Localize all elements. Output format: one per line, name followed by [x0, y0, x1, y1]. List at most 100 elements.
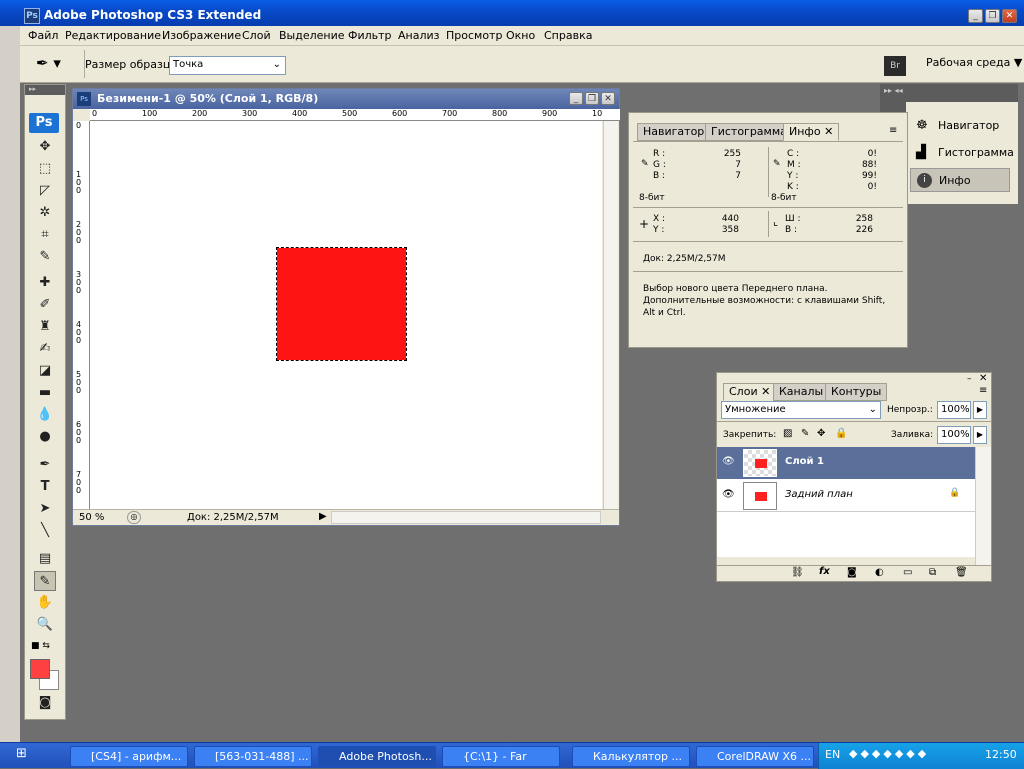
panel-menu-icon[interactable]: ≡ [889, 125, 897, 136]
dock-histogram[interactable]: ▟ Гистограмма [910, 141, 1014, 165]
panel-minimize-icon[interactable]: – [967, 374, 972, 384]
tab-paths[interactable]: Контуры [825, 383, 888, 401]
close-tab-icon[interactable]: ✕ [824, 125, 833, 138]
zoom-tool-icon[interactable]: 🔍 [34, 615, 56, 635]
healing-brush-tool-icon[interactable]: ✚ [34, 273, 56, 293]
layer-name[interactable]: Слой 1 [785, 456, 824, 467]
tab-navigator[interactable]: Навигатор [637, 123, 711, 141]
menu-window[interactable]: Окно [506, 29, 535, 42]
sample-size-select[interactable]: Точка ⌄ [169, 56, 286, 75]
tab-info[interactable]: Инфо ✕ [783, 123, 840, 141]
menu-view[interactable]: Просмотр [446, 29, 502, 42]
new-layer-icon[interactable]: ⧉ [929, 567, 936, 578]
dock-info[interactable]: i Инфо [910, 168, 1010, 192]
toolbox-collapse-handle[interactable]: ▸▸ [25, 85, 65, 95]
eye-icon[interactable]: 👁 [722, 456, 735, 467]
layer-row[interactable]: 👁 Слой 1 [717, 447, 975, 479]
workspace-menu[interactable]: Рабочая среда ▼ [926, 56, 1022, 69]
language-indicator[interactable]: EN [825, 748, 840, 761]
layer-name[interactable]: Задний план [785, 489, 853, 500]
menu-filter[interactable]: Фильтр [348, 29, 392, 42]
dock-navigator[interactable]: ☸ Навигатор [910, 114, 1010, 138]
dock-collapse-icon[interactable]: ▸▸ ◂◂ [884, 86, 903, 95]
panel-menu-icon[interactable]: ≡ [979, 385, 987, 396]
lock-all-icon[interactable]: 🔒 [835, 428, 847, 439]
minimize-button[interactable]: _ [968, 9, 983, 23]
menu-help[interactable]: Справка [544, 29, 592, 42]
crop-tool-icon[interactable]: ⌗ [34, 225, 56, 245]
fill-slider-button[interactable]: ▶ [973, 426, 987, 444]
doc-minimize-button[interactable]: _ [569, 92, 583, 105]
lock-image-icon[interactable]: ✎ [801, 428, 809, 439]
photoshop-badge[interactable]: Ps [29, 113, 59, 133]
marquee-tool-icon[interactable]: ⬚ [34, 159, 56, 179]
history-brush-tool-icon[interactable]: ✍ [34, 339, 56, 359]
eyedropper-active-tool-icon[interactable]: ✎ [34, 571, 56, 591]
menu-layer[interactable]: Слой [242, 29, 271, 42]
opacity-input[interactable]: 100% [937, 401, 971, 419]
doc-restore-button[interactable]: ❐ [585, 92, 599, 105]
fill-input[interactable]: 100% [937, 426, 971, 444]
opacity-slider-button[interactable]: ▶ [973, 401, 987, 419]
status-arrow-icon[interactable]: ▶ [319, 511, 327, 522]
close-button[interactable]: ✕ [1002, 9, 1017, 23]
taskbar-item[interactable]: {C:\1} - Far [442, 746, 560, 767]
type-tool-icon[interactable]: T [34, 477, 56, 497]
taskbar-item-active[interactable]: Adobe Photosh... [318, 746, 436, 767]
status-options-icon[interactable]: ◎ [127, 511, 141, 524]
layer-row[interactable]: 👁 Задний план 🔒 [717, 480, 975, 512]
menu-file[interactable]: Файл [28, 29, 58, 42]
move-tool-icon[interactable]: ✥ [34, 137, 56, 157]
blur-tool-icon[interactable]: 💧 [34, 405, 56, 425]
layers-scrollbar[interactable] [975, 447, 991, 565]
hand-tool-icon[interactable]: ✋ [34, 593, 56, 613]
taskbar-item[interactable]: CorelDRAW X6 ... [696, 746, 814, 767]
delete-layer-icon[interactable]: 🗑 [955, 567, 968, 578]
magic-wand-tool-icon[interactable]: ✲ [34, 203, 56, 223]
eyedropper-tool-icon[interactable]: ✎ [34, 247, 56, 267]
layer-style-icon[interactable]: fx [819, 566, 830, 577]
windows-start-icon[interactable]: ⊞ [16, 746, 56, 767]
menu-select[interactable]: Выделение [279, 29, 345, 42]
restore-button[interactable]: ❐ [985, 9, 1000, 23]
menu-edit[interactable]: Редактирование [65, 29, 161, 42]
red-rectangle-selection[interactable] [276, 247, 407, 361]
link-layers-icon[interactable]: ⛓ [791, 567, 804, 578]
doc-close-button[interactable]: ✕ [601, 92, 615, 105]
eraser-tool-icon[interactable]: ◪ [34, 361, 56, 381]
notes-tool-icon[interactable]: ▤ [34, 549, 56, 569]
horizontal-scrollbar[interactable] [331, 511, 601, 524]
quick-mask-icon[interactable]: ◙ [34, 693, 56, 713]
close-tab-icon[interactable]: ✕ [761, 385, 770, 398]
canvas[interactable] [90, 121, 602, 519]
new-group-icon[interactable]: ▭ [903, 567, 912, 578]
panel-close-icon[interactable]: ✕ [979, 373, 987, 384]
brush-tool-icon[interactable]: ✐ [34, 295, 56, 315]
line-tool-icon[interactable]: ╲ [34, 521, 56, 541]
path-selection-tool-icon[interactable]: ➤ [34, 499, 56, 519]
eye-icon[interactable]: 👁 [722, 489, 735, 500]
gradient-tool-icon[interactable]: ▬ [34, 383, 56, 403]
blend-mode-select[interactable]: Умножение ⌄ [721, 401, 881, 419]
tab-channels[interactable]: Каналы [773, 383, 830, 401]
lock-position-icon[interactable]: ✥ [817, 428, 825, 439]
foreground-color-swatch[interactable] [30, 659, 50, 679]
menu-image[interactable]: Изображение [162, 29, 241, 42]
bridge-button[interactable]: Br [884, 56, 906, 76]
dodge-tool-icon[interactable]: ● [34, 427, 56, 447]
eyedropper-tool-preset-icon[interactable]: ✒ ▾ [36, 54, 76, 76]
tab-layers[interactable]: Слои ✕ [723, 383, 777, 401]
lasso-tool-icon[interactable]: ◸ [34, 181, 56, 201]
pen-tool-icon[interactable]: ✒ [34, 455, 56, 475]
taskbar-item[interactable]: Калькулятор ... [572, 746, 690, 767]
taskbar-item[interactable]: [563-031-488] ... [194, 746, 312, 767]
menu-analysis[interactable]: Анализ [398, 29, 440, 42]
lock-transparent-icon[interactable]: ▨ [783, 428, 792, 439]
tray-icons[interactable]: ◆◆◆◆◆◆◆ [849, 747, 929, 760]
default-colors-icon[interactable]: ■ ⇆ [31, 641, 50, 651]
layer-mask-icon[interactable]: ◙ [847, 567, 857, 578]
clone-stamp-tool-icon[interactable]: ♜ [34, 317, 56, 337]
adjustment-layer-icon[interactable]: ◐ [875, 567, 884, 578]
tab-histogram[interactable]: Гистограмма [705, 123, 793, 141]
vertical-scrollbar[interactable] [603, 121, 618, 509]
